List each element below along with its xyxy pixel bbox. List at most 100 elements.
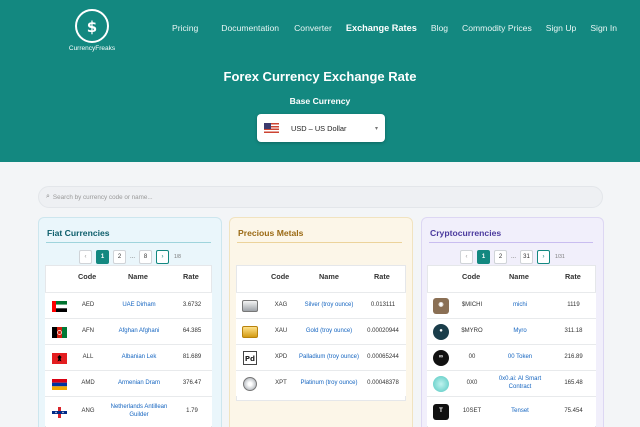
hero-banner: $ CurrencyFreaks Pricing Documentation C…: [0, 0, 640, 162]
crypto-rate: 75.454: [564, 408, 583, 415]
nav-documentation[interactable]: Documentation: [221, 23, 279, 33]
page-2-button[interactable]: 2: [494, 250, 507, 264]
prev-page-button[interactable]: ‹: [460, 250, 473, 264]
card-divider: [46, 242, 211, 243]
chevron-down-icon: ▾: [374, 125, 378, 132]
column-name: Name: [128, 272, 148, 281]
nav-blog[interactable]: Blog: [431, 23, 448, 33]
currency-name-link[interactable]: Albanian Lek: [105, 345, 173, 371]
metal-code: XAG: [274, 302, 288, 309]
armenia-flag-icon: [49, 371, 69, 397]
metal-name-link[interactable]: Gold (troy ounce): [298, 319, 360, 345]
nav-pricing[interactable]: Pricing: [172, 23, 198, 33]
base-currency-value: USD – US Dollar: [291, 123, 347, 133]
table-row[interactable]: ◉ $MICHI michi 1119: [427, 292, 596, 318]
metal-rate: 0.013111: [370, 302, 396, 309]
gold-bars-icon: [238, 319, 262, 345]
currency-rate: 64.385: [182, 328, 202, 335]
table-row[interactable]: ANG Netherlands Antillean Guilder 1.79: [45, 396, 212, 426]
myro-token-icon: ●: [429, 319, 453, 345]
column-rate: Rate: [565, 272, 581, 281]
page-2-button[interactable]: 2: [113, 250, 126, 264]
page-count: 1/8: [174, 254, 181, 260]
next-page-button[interactable]: ›: [156, 250, 170, 264]
table-row[interactable]: XPT Platinum (troy ounce) 0.00048378: [236, 370, 406, 396]
fiat-card-title: Fiat Currencies: [47, 228, 110, 238]
crypto-name-link[interactable]: Myro: [489, 319, 551, 345]
table-row[interactable]: 0X0 0x0.ai: AI Smart Contract 165.48: [427, 370, 596, 396]
metal-rate: 0.00020944: [367, 328, 399, 335]
column-code: Code: [78, 272, 97, 281]
crypto-pagination: ‹ 1 2 ... 31 › 1/31: [460, 250, 565, 264]
pagination-ellipsis: ...: [130, 254, 136, 260]
metal-name-link[interactable]: Silver (troy ounce): [298, 293, 360, 319]
afghanistan-flag-icon: [49, 319, 69, 345]
column-code: Code: [271, 272, 290, 281]
search-placeholder: Search by currency code or name...: [52, 193, 153, 201]
currency-rate: 3.6732: [182, 302, 202, 309]
last-page-button[interactable]: 8: [139, 250, 153, 264]
table-row[interactable]: ∞ 00 00 Token 216.89: [427, 344, 596, 370]
currency-rate: 376.47: [182, 380, 202, 387]
brand-logo[interactable]: $ CurrencyFreaks: [66, 9, 118, 53]
00-token-icon: ∞: [429, 345, 453, 371]
metal-name-link[interactable]: Palladium (troy ounce): [298, 345, 360, 371]
card-divider: [237, 242, 402, 243]
page-title: Forex Currency Exchange Rate: [223, 69, 417, 84]
table-row[interactable]: XAU Gold (troy ounce) 0.00020944: [236, 318, 406, 344]
table-row[interactable]: AED UAE Dirham 3.6732: [45, 292, 212, 318]
page-1-button[interactable]: 1: [96, 250, 109, 264]
page-count: 1/31: [555, 254, 565, 260]
currency-rate: 81.689: [182, 354, 202, 361]
nav-sign-in[interactable]: Sign In: [590, 23, 617, 33]
column-rate: Rate: [183, 272, 199, 281]
table-row[interactable]: AFN Afghan Afghani 64.385: [45, 318, 212, 344]
metal-name-link[interactable]: Platinum (troy ounce): [298, 371, 360, 397]
search-input[interactable]: ⌕ Search by currency code or name...: [38, 186, 603, 208]
crypto-card-title: Cryptocurrencies: [430, 228, 502, 238]
page-1-button[interactable]: 1: [477, 250, 490, 264]
crypto-name-link[interactable]: 0x0.ai: AI Smart Contract: [489, 371, 551, 397]
base-currency-label: Base Currency: [289, 96, 351, 106]
metal-rate: 0.00065244: [367, 354, 399, 361]
crypto-name-link[interactable]: michi: [489, 293, 551, 319]
us-flag-icon: [264, 123, 279, 133]
crypto-name-link[interactable]: 00 Token: [489, 345, 551, 371]
currency-name-link[interactable]: Afghan Afghani: [105, 319, 173, 345]
logo-emblem-icon: $: [75, 9, 109, 43]
table-row[interactable]: T 10SET Tenset 75.454: [427, 396, 596, 426]
table-row[interactable]: ● $MYRO Myro 311.18: [427, 318, 596, 344]
metal-code: XPD: [274, 354, 288, 361]
currency-name-link[interactable]: Armenian Dram: [105, 371, 173, 397]
currency-code: AED: [81, 302, 95, 309]
currency-name-link[interactable]: Netherlands Antillean Guilder: [105, 397, 173, 427]
crypto-name-link[interactable]: Tenset: [489, 397, 551, 427]
currency-code: ANG: [81, 408, 95, 415]
brand-name: CurrencyFreaks: [68, 45, 116, 52]
currency-name-link[interactable]: UAE Dirham: [105, 293, 173, 319]
currency-code: AMD: [81, 380, 95, 387]
silver-bar-icon: [238, 293, 262, 319]
next-page-button[interactable]: ›: [537, 250, 551, 264]
platinum-bar-icon: [238, 371, 262, 397]
last-page-button[interactable]: 31: [520, 250, 534, 264]
nav-commodity-prices[interactable]: Commodity Prices: [462, 23, 532, 33]
metal-code: XAU: [274, 328, 288, 335]
nav-converter[interactable]: Converter: [294, 23, 332, 33]
crypto-code: $MYRO: [461, 328, 483, 335]
nav-sign-up[interactable]: Sign Up: [546, 23, 577, 33]
card-divider: [429, 242, 593, 243]
base-currency-select[interactable]: USD – US Dollar ▾: [257, 114, 385, 142]
crypto-rate: 216.89: [564, 354, 583, 361]
prev-page-button[interactable]: ‹: [79, 250, 92, 264]
table-row[interactable]: Pd XPD Palladium (troy ounce) 0.00065244: [236, 344, 406, 370]
nav-exchange-rates[interactable]: Exchange Rates: [346, 23, 417, 34]
crypto-rate: 1119: [567, 302, 580, 309]
albania-flag-icon: [49, 345, 69, 371]
table-row[interactable]: XAG Silver (troy ounce) 0.013111: [236, 292, 406, 318]
metals-card-title: Precious Metals: [238, 228, 304, 238]
table-row[interactable]: ALL Albanian Lek 81.689: [45, 344, 212, 370]
table-row[interactable]: AMD Armenian Dram 376.47: [45, 370, 212, 396]
palladium-element-icon: Pd: [238, 345, 262, 371]
svg-text:Pd: Pd: [245, 355, 255, 363]
